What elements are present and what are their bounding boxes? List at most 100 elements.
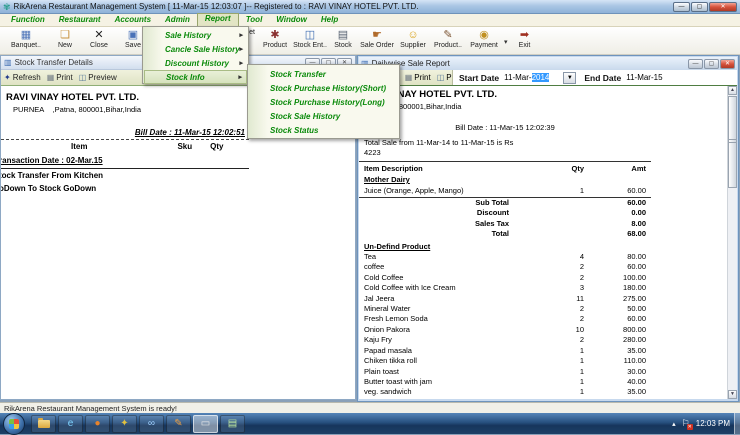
report-row: Egg sandwich160.00 [359, 398, 651, 399]
banquet-button[interactable]: ▦Banquet.. [4, 29, 48, 49]
exit-button[interactable]: ➡Exit [510, 29, 540, 49]
submenu-item-stock-sale-history[interactable]: Stock Sale History [249, 109, 398, 123]
vertical-scrollbar[interactable]: ▲ ▼ [727, 86, 737, 399]
product-button[interactable]: ✱Product [258, 29, 292, 49]
preview-icon: ◫ [79, 73, 87, 82]
maximize-button[interactable]: ▢ [691, 2, 708, 12]
menu-report[interactable]: Report [197, 13, 239, 27]
menu-help[interactable]: Help [314, 14, 345, 26]
total-sale-summary: Total Sale from 11-Mar-14 to 11-Mar-15 i… [359, 138, 651, 158]
taskbar-explorer-button[interactable] [31, 415, 56, 433]
payment-button[interactable]: ◉Payment [466, 29, 502, 49]
divider [1, 168, 249, 169]
child-close-button[interactable]: ✕ [720, 59, 735, 69]
explorer-folder-icon [38, 420, 50, 428]
supplier-icon: ☺ [396, 29, 430, 42]
dailywise-sale-window: ▥ Dailywise Sale Report — ▢ ✕ ✦Refresh▦P… [357, 55, 739, 402]
report-menu-item-cancle-sale-history[interactable]: Cancle Sale History▸ [144, 42, 247, 56]
submenu-item-stock-purchase-history-short[interactable]: Stock Purchase History(Short) [249, 81, 398, 95]
menu-accounts[interactable]: Accounts [108, 14, 158, 26]
start-button[interactable] [3, 413, 25, 435]
report-row: Tea480.00 [359, 252, 651, 262]
menu-restaurant[interactable]: Restaurant [52, 14, 108, 26]
report-row: Chiken tikka roll1110.00 [359, 356, 651, 366]
item-qty: 1 [554, 186, 584, 196]
preview-icon: ◫ [437, 73, 445, 82]
new-button[interactable]: ❏New [48, 29, 82, 49]
taskbar-notepad-button[interactable]: ▤ [220, 415, 245, 433]
item-qty: 1 [554, 356, 584, 366]
minimize-button[interactable]: — [673, 2, 690, 12]
report-row: Cold Coffee2100.00 [359, 273, 651, 283]
menu-function[interactable]: Function [4, 14, 52, 26]
close-button[interactable]: ✕ [709, 2, 737, 12]
scrollbar-thumb[interactable] [728, 96, 737, 188]
report-menu-item-sale-history[interactable]: Sale History▸ [144, 28, 247, 42]
scroll-down-icon[interactable]: ▼ [728, 390, 737, 399]
stock-entry-button[interactable]: ◫Stock Ent.. [292, 29, 328, 49]
submenu-item-stock-purchase-history-long[interactable]: Stock Purchase History(Long) [249, 95, 398, 109]
section-heading: Un-Defind Product [359, 241, 651, 253]
item-amt: 60.00 [584, 186, 646, 196]
summary-label: Total [359, 229, 509, 239]
item-name: Egg sandwich [359, 398, 554, 399]
toolbar-overflow-icon[interactable]: ▾ [504, 38, 508, 46]
print-button[interactable]: ▦Print [47, 73, 73, 82]
col-item-description: Item Description [359, 164, 554, 173]
start-date-dropdown-icon[interactable]: ▼ [563, 72, 576, 84]
preview-button[interactable]: ◫Preview [79, 73, 117, 82]
taskbar-app-tool-button[interactable]: ✎ [166, 415, 191, 433]
report-row: veg. sandwich135.00 [359, 387, 651, 397]
refresh-button[interactable]: ✦Refresh [4, 73, 41, 82]
report-row: Papad masala135.00 [359, 346, 651, 356]
windows-flag-icon [9, 419, 19, 429]
item-amt: 100.00 [584, 273, 646, 283]
scroll-up-icon[interactable]: ▲ [728, 86, 737, 95]
menu-admin[interactable]: Admin [158, 14, 197, 26]
report-row: Mineral Water250.00 [359, 304, 651, 314]
report-menu-item-discount-history[interactable]: Discount History▸ [144, 56, 247, 70]
menu-tool[interactable]: Tool [239, 14, 270, 26]
report-row: Jal Jeera11275.00 [359, 294, 651, 304]
summary-row: Sub Total60.00 [359, 198, 651, 208]
show-desktop-button[interactable] [734, 413, 740, 434]
dailywise-toolbar: ✦Refresh▦Print◫Preview Start Date 11-Mar… [359, 70, 737, 86]
menu-window[interactable]: Window [269, 14, 314, 26]
item-qty: 2 [554, 262, 584, 272]
supplier-button[interactable]: ☺Supplier [396, 29, 430, 49]
child-minimize-button[interactable]: — [688, 59, 703, 69]
sale-order-button[interactable]: ☛Sale Order [358, 29, 396, 49]
taskbar-app-key-button[interactable]: ✦ [112, 415, 137, 433]
taskbar-firefox-button[interactable]: ● [85, 415, 110, 433]
clock[interactable]: 12:03 PM [696, 419, 730, 428]
taskbar-app-blue-button[interactable]: ∞ [139, 415, 164, 433]
report-row: Fresh Lemon Soda260.00 [359, 314, 651, 324]
tray-expand-icon[interactable]: ▴ [672, 420, 676, 428]
alert-badge: ✕ [687, 424, 693, 430]
taskbar-rikarena-button[interactable]: ▭ [193, 415, 218, 433]
item-amt: 800.00 [584, 325, 646, 335]
item-name: Kaju Fry [359, 335, 554, 345]
child-maximize-button[interactable]: ▢ [704, 59, 719, 69]
print-button[interactable]: ▦Print [405, 73, 431, 82]
banquet-label: Banquet.. [11, 42, 41, 49]
item-amt: 280.00 [584, 335, 646, 345]
firefox-icon: ● [94, 419, 100, 429]
taskbar-internet-explorer-button[interactable]: e [58, 415, 83, 433]
submenu-item-stock-status[interactable]: Stock Status [249, 123, 398, 137]
product-2-button[interactable]: ✎Product.. [430, 29, 466, 49]
section-heading: Mother Dairy [359, 174, 651, 186]
stock-button[interactable]: ▤Stock [328, 29, 358, 49]
summary-label: Discount [359, 208, 509, 218]
close-button[interactable]: ✕Close [82, 29, 116, 49]
submenu-item-stock-transfer[interactable]: Stock Transfer [249, 67, 398, 81]
payment-icon: ◉ [466, 29, 502, 42]
menu-item-label: Stock Purchase History(Long) [270, 98, 385, 107]
end-date-input[interactable]: 11-Mar-15 [626, 73, 662, 82]
action-center-flag-icon[interactable]: ⚐✕ [682, 418, 690, 429]
start-date-input[interactable]: 11-Mar-2014 [504, 73, 549, 82]
menu-item-label: Stock Info [166, 73, 205, 82]
supplier-label: Supplier [400, 42, 426, 49]
report-menu-item-stock-info[interactable]: Stock Info▸ [144, 70, 247, 84]
item-name: veg. sandwich [359, 387, 554, 397]
